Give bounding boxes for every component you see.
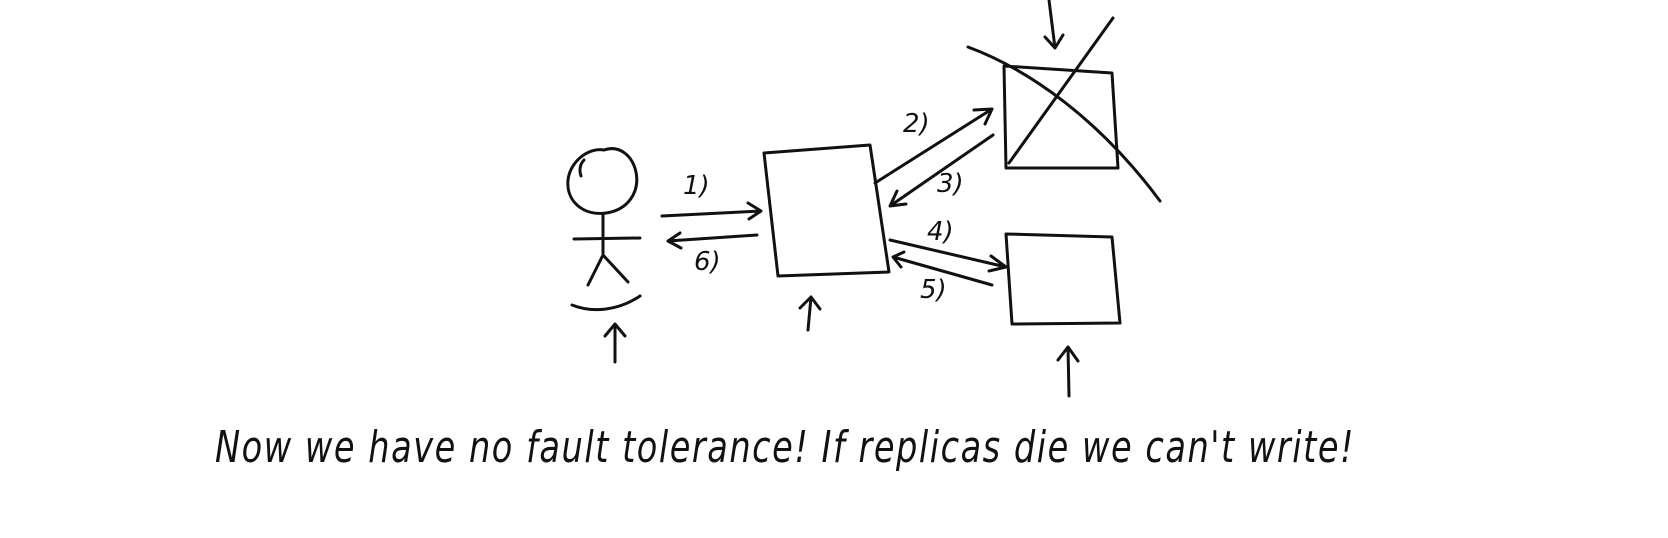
arrow-label-2: 2) [903, 109, 930, 139]
failed-replica-pointer-arrow [1043, 0, 1065, 50]
arrow-label-1: 1) [683, 171, 710, 201]
leader-pointer-arrow [798, 295, 822, 332]
client-arms [572, 236, 642, 241]
client-stick-figure [566, 147, 642, 364]
client-ground-arc [570, 294, 642, 312]
client-head [566, 147, 639, 215]
replica-node [1004, 232, 1122, 398]
replica-box [1004, 232, 1122, 326]
failed-replica-node [966, 0, 1162, 203]
arrow-1 [660, 201, 763, 221]
leader-node [762, 143, 891, 332]
failed-replica-box [1002, 64, 1120, 170]
client-legs [586, 253, 630, 287]
arrow-label-6: 6) [694, 247, 721, 277]
client-pointer-arrow [603, 322, 627, 364]
arrow-label-5: 5) [920, 275, 947, 305]
arrow-label-4: 4) [927, 217, 954, 247]
replica-pointer-arrow [1056, 345, 1080, 398]
caption-text: Now we have no fault tolerance! If repli… [215, 422, 1355, 473]
diagram-canvas: 1) 2) 3) 4) 5) 6) Now we have no fault t… [215, 0, 1355, 473]
client-head-mark [578, 158, 586, 178]
leader-box [762, 143, 891, 278]
arrow-6 [666, 231, 759, 250]
arrow-label-3: 3) [937, 169, 964, 199]
